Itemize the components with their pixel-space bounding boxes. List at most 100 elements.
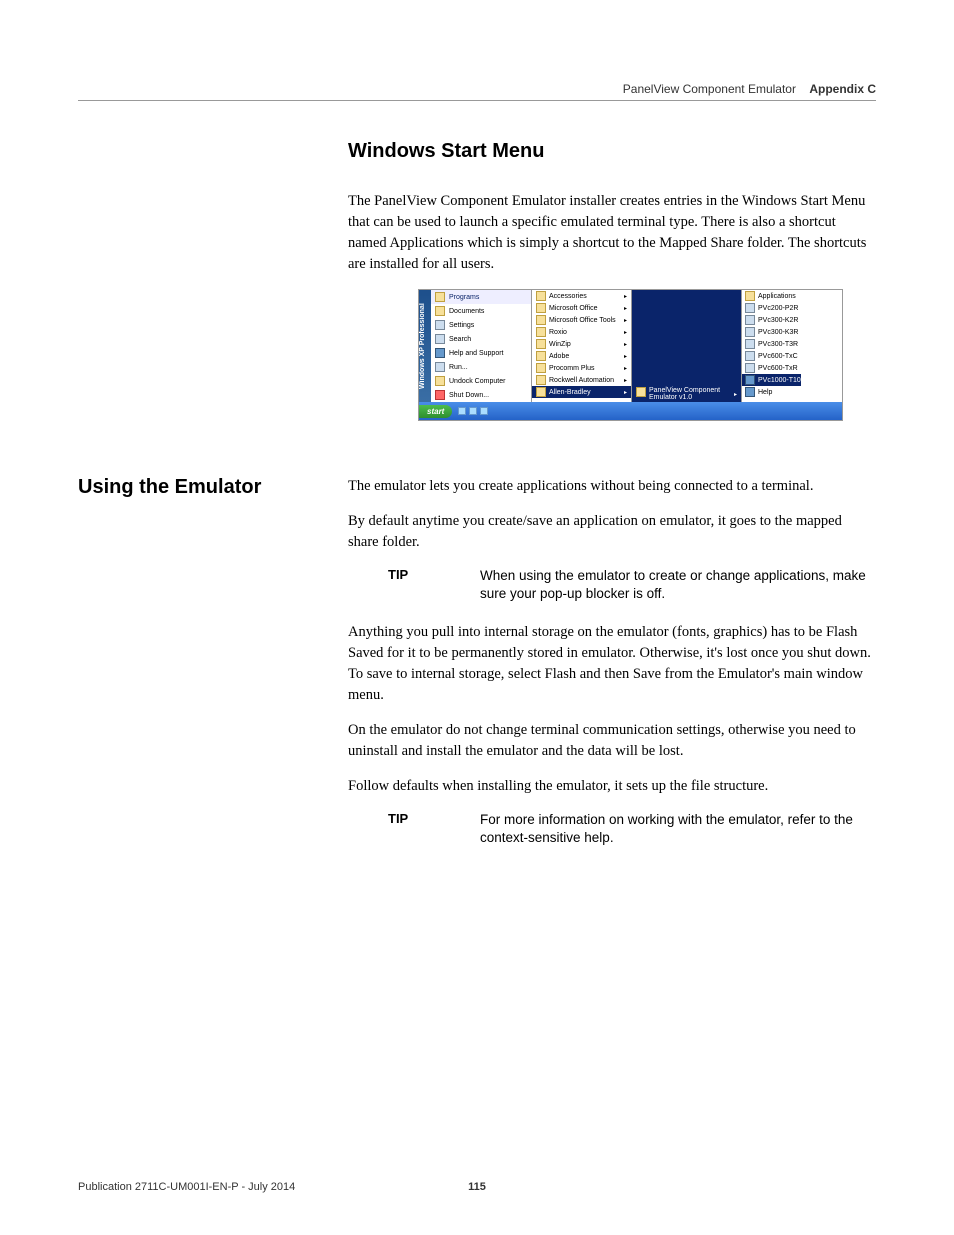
folder-icon [745,291,755,301]
xp-taskbar: start [419,402,842,420]
submenu-arrow-icon [624,353,627,360]
tip-text: For more information on working with the… [480,811,876,847]
folder-icon [536,339,546,349]
pv-item-selected[interactable]: PVc1000-T10C [742,374,801,386]
quicklaunch-icon[interactable] [469,407,477,415]
menu-msoffice[interactable]: Microsoft Office [532,302,631,314]
submenu-arrow-icon [624,305,627,312]
submenu-arrow-icon [624,377,627,384]
tip-label: TIP [388,811,480,847]
section-using-emulator: Using the Emulator The emulator lets you… [78,476,876,865]
tip-text: When using the emulator to create or cha… [480,567,876,603]
shutdown-icon [435,390,445,400]
terminal-icon [745,303,755,313]
quicklaunch-icon[interactable] [480,407,488,415]
tip-block: TIP When using the emulator to create or… [388,567,876,603]
programs-submenu: Accessories Microsoft Office Microsoft O… [531,290,631,402]
doc-title: PanelView Component Emulator [623,82,796,96]
section-heading-start-menu: Windows Start Menu [348,140,876,163]
pv-item[interactable]: PVc600-TxR [742,362,801,374]
menu-procomm[interactable]: Procomm Plus [532,362,631,374]
running-header: PanelView Component Emulator Appendix C [78,82,876,96]
submenu-arrow-icon [624,317,627,324]
pv-emulator-submenu: Applications PVc200-P2R PVc300-K2R PVc30… [741,290,801,402]
allen-bradley-submenu: PanelView Component Emulator v1.0 [631,290,741,402]
start-item-search[interactable]: Search [431,332,531,346]
paragraph: Follow defaults when installing the emul… [348,776,876,797]
quicklaunch-icon[interactable] [458,407,466,415]
run-icon [435,362,445,372]
terminal-icon [745,327,755,337]
pv-item[interactable]: PVc300-K2R [742,314,801,326]
start-button[interactable]: start [419,405,452,418]
side-heading-using-emulator: Using the Emulator [78,476,348,499]
tip-label: TIP [388,567,480,603]
search-icon [435,334,445,344]
terminal-icon [745,363,755,373]
menu-msoffice-tools[interactable]: Microsoft Office Tools [532,314,631,326]
folder-icon [536,315,546,325]
start-item-documents[interactable]: Documents [431,304,531,318]
quicklaunch-icons [458,407,488,415]
submenu-arrow-icon [624,365,627,372]
menu-allen-bradley[interactable]: Allen-Bradley [532,386,631,398]
start-item-undock[interactable]: Undock Computer [431,374,531,388]
terminal-icon [745,375,755,385]
folder-icon [536,387,546,397]
xp-sidebar: Windows XP Professional [419,290,431,402]
pv-item-help[interactable]: Help [742,386,801,398]
paragraph: Anything you pull into internal storage … [348,622,876,706]
help-icon [435,348,445,358]
menu-pv-emulator[interactable]: PanelView Component Emulator v1.0 [632,386,741,402]
submenu-arrow-icon [624,341,627,348]
menu-winzip[interactable]: WinZip [532,338,631,350]
folder-icon [536,303,546,313]
start-item-settings[interactable]: Settings [431,318,531,332]
appendix-label: Appendix C [809,82,876,96]
start-item-programs[interactable]: Programs [431,290,531,304]
folder-icon [536,375,546,385]
programs-icon [435,292,445,302]
folder-icon [536,291,546,301]
folder-icon [636,387,646,397]
menu-adobe[interactable]: Adobe [532,350,631,362]
start-menu-screenshot: Windows XP Professional Programs Documen… [418,289,843,421]
publication-id: Publication 2711C-UM001I-EN-P - July 201… [78,1181,295,1193]
menu-roxio[interactable]: Roxio [532,326,631,338]
settings-icon [435,320,445,330]
start-item-run[interactable]: Run... [431,360,531,374]
submenu-arrow-icon [624,329,627,336]
paragraph: By default anytime you create/save an ap… [348,511,876,553]
header-rule [78,100,876,101]
start-item-help[interactable]: Help and Support [431,346,531,360]
menu-accessories[interactable]: Accessories [532,290,631,302]
documents-icon [435,306,445,316]
menu-rockwell[interactable]: Rockwell Automation [532,374,631,386]
pv-item-applications[interactable]: Applications [742,290,801,302]
submenu-arrow-icon [624,389,627,396]
page-number: 115 [468,1181,486,1193]
section-body: The emulator lets you create application… [348,476,876,865]
help-icon [745,387,755,397]
terminal-icon [745,315,755,325]
start-item-shutdown[interactable]: Shut Down... [431,388,531,402]
submenu-arrow-icon [624,293,627,300]
submenu-arrow-icon [734,391,737,398]
pv-item[interactable]: PVc300-K3R [742,326,801,338]
terminal-icon [745,351,755,361]
pv-item[interactable]: PVc300-T3R [742,338,801,350]
folder-icon [536,363,546,373]
tip-block: TIP For more information on working with… [388,811,876,847]
pv-item[interactable]: PVc200-P2R [742,302,801,314]
undock-icon [435,376,445,386]
page-footer: Publication 2711C-UM001I-EN-P - July 201… [78,1181,876,1193]
pv-item[interactable]: PVc600-TxC [742,350,801,362]
paragraph: The emulator lets you create application… [348,476,876,497]
folder-icon [536,351,546,361]
terminal-icon [745,339,755,349]
folder-icon [536,327,546,337]
start-menu-column: Programs Documents Settings Search Help … [431,290,531,402]
paragraph: On the emulator do not change terminal c… [348,720,876,762]
figure-panels: Windows XP Professional Programs Documen… [419,290,842,402]
paragraph: The PanelView Component Emulator install… [348,191,876,275]
